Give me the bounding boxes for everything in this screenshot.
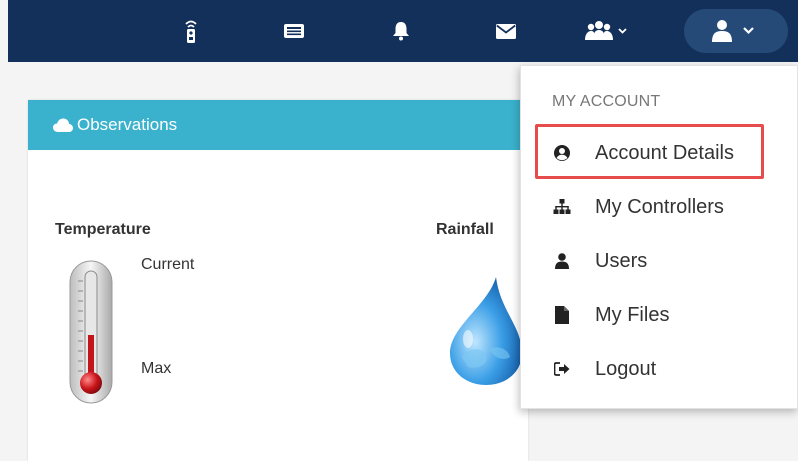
user-menu-button[interactable] [684,9,788,53]
panel-title: Observations [77,115,178,134]
users-dropdown-icon[interactable] [580,0,636,62]
highlight-box [535,124,764,179]
menu-item-label: My Files [595,303,670,326]
rainfall-label: Rainfall [436,221,494,238]
water-drop-icon [438,275,528,392]
temperature-label: Temperature [55,221,151,238]
account-dropdown-menu: MY ACCOUNT Account Details My Controller… [520,65,798,409]
sign-out-icon [551,349,573,389]
bell-icon[interactable] [388,0,414,62]
user-dropdown-icon[interactable] [706,0,766,62]
cloud-icon [53,118,73,132]
menu-item-label: Logout [595,357,657,380]
menu-item-label: Users [595,249,648,272]
current-label: Current [141,256,195,273]
menu-item-logout[interactable]: Logout [521,349,797,389]
page-edge [0,0,8,461]
sitemap-icon [551,187,573,227]
remote-control-icon[interactable] [178,0,204,62]
thermometer-icon [68,259,114,410]
envelope-icon[interactable] [492,0,520,62]
menu-item-label: My Controllers [595,195,724,218]
menu-item-users[interactable]: Users [521,241,797,281]
top-navbar [8,0,798,62]
user-icon [551,241,573,281]
panel-header: Observations [28,100,528,150]
file-icon [551,295,573,335]
max-label: Max [141,360,172,377]
menu-item-my-files[interactable]: My Files [521,295,797,335]
menu-item-my-controllers[interactable]: My Controllers [521,187,797,227]
id-card-icon[interactable] [281,0,307,62]
menu-header: MY ACCOUNT [552,93,661,110]
observations-panel: Observations Temperature Current Max Rai… [28,100,528,461]
